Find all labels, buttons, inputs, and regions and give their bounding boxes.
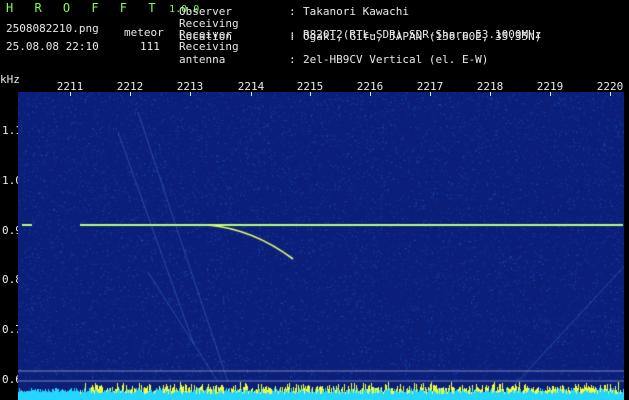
x-tick-mark	[251, 92, 252, 96]
spectrogram-canvas	[18, 92, 624, 400]
brand-title: H R O F F T 1.0.0	[6, 2, 199, 16]
x-tick-mark	[610, 92, 611, 96]
y-axis-unit: kHz	[0, 73, 20, 86]
brand-name: H R O F F T	[6, 1, 163, 15]
info-row-observer: Observer: Takanori Kawachi	[179, 5, 629, 18]
info-row-location: Receiving Location: Ogaki, Gifu, JAPAN (1…	[179, 17, 629, 43]
filename-label: 2508082210.png	[6, 22, 99, 35]
info-row-receiver: Receiver: R820T2(RTL-SDR) SDR-Sharp 53.10…	[179, 28, 629, 41]
meteor-count: 111	[140, 40, 160, 53]
hrofft-window: H R O F F T 1.0.0 2508082210.png meteor …	[0, 0, 629, 400]
x-tick-mark	[430, 92, 431, 96]
info-separator: :	[289, 52, 296, 66]
meteor-label: meteor	[124, 26, 164, 39]
info-row-antenna: Receiving antenna:2el-HB9CV Vertical (el…	[179, 40, 629, 66]
x-tick-mark	[190, 92, 191, 96]
x-tick-mark	[130, 92, 131, 96]
info-value: 2el-HB9CV Vertical (el. E-W)	[303, 52, 489, 66]
x-tick-mark	[490, 92, 491, 96]
x-tick-mark	[550, 92, 551, 96]
x-tick-mark	[310, 92, 311, 96]
station-info: Observer: Takanori Kawachi Receiving Loca…	[179, 5, 629, 66]
info-label: Receiving antenna	[179, 39, 239, 66]
x-tick-mark	[70, 92, 71, 96]
x-tick-mark	[370, 92, 371, 96]
spectrogram-display	[18, 92, 624, 400]
datetime-label: 25.08.08 22:10	[6, 40, 99, 53]
